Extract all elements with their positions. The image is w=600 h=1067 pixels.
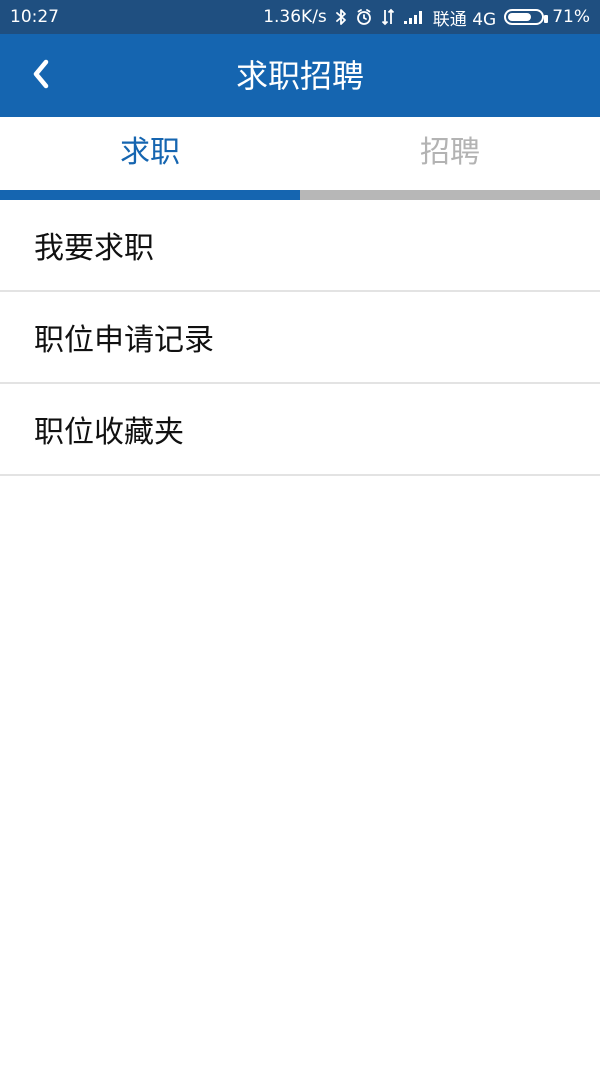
app-bar: 求职招聘 [0,34,600,117]
alarm-icon [355,8,373,26]
list-item-label: 职位收藏夹 [34,415,184,450]
tab-underline-active [0,190,300,200]
battery-fill [508,13,531,21]
carrier: 联通 4G [432,9,497,30]
signal-icon [403,9,425,25]
data-arrows-icon [381,8,395,26]
list-item-application-records[interactable]: 职位申请记录 [0,292,600,384]
list-item-label: 职位申请记录 [34,323,214,358]
battery-percent: 71% [552,7,590,27]
battery-tip [544,15,549,23]
list-item-favorites[interactable]: 职位收藏夹 [0,384,600,476]
list-item-label: 我要求职 [34,231,154,266]
tab-underline-inactive [300,190,600,200]
page-title: 求职招聘 [235,57,364,95]
tab-label: 求职 [120,134,180,170]
status-time: 10:27 [10,7,59,27]
tab-recruiting[interactable]: 招聘 [300,117,600,200]
bluetooth-icon [335,8,347,26]
network-speed: 1.36K/s [263,7,327,27]
battery-icon [504,9,549,25]
status-bar: 10:27 1.36K/s 联通 4G 71% [0,0,600,34]
list-item-apply-for-job[interactable]: 我要求职 [0,200,600,292]
tab-job-seeking[interactable]: 求职 [0,117,300,200]
status-left: 10:27 [10,7,59,27]
status-right: 1.36K/s 联通 4G 71% [263,5,590,30]
tab-bar: 求职 招聘 [0,117,600,200]
job-menu-list: 我要求职 职位申请记录 职位收藏夹 [0,200,600,476]
tab-label: 招聘 [420,134,480,170]
